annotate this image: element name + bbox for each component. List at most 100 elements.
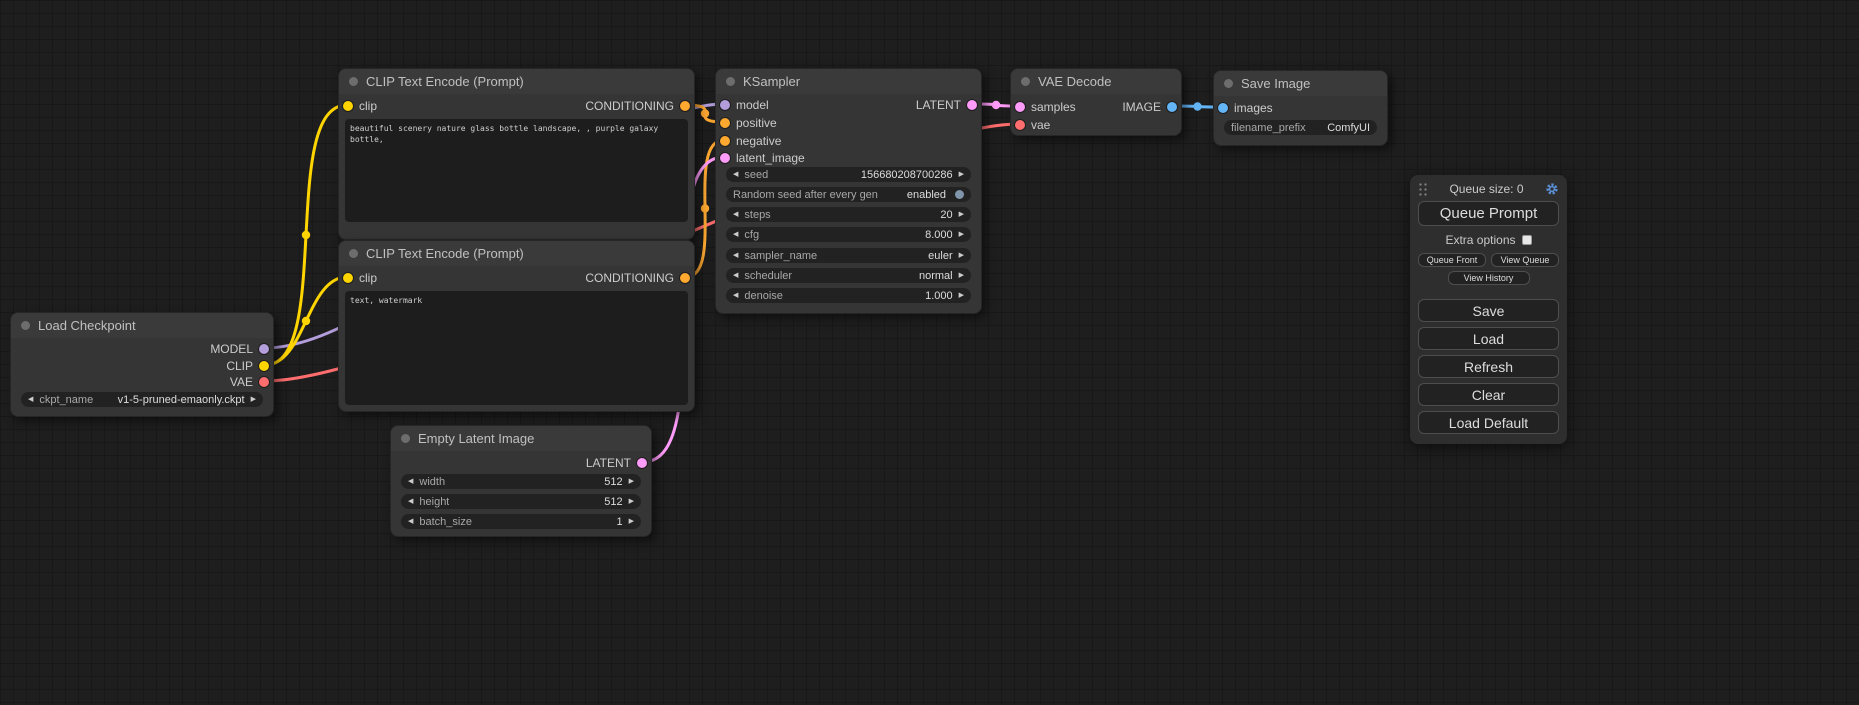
increment-arrow-icon[interactable]: ▶ xyxy=(959,252,964,259)
input-port-latent-image-dot[interactable] xyxy=(720,153,730,163)
toggle-dot-icon[interactable] xyxy=(955,190,964,199)
output-port-latent-dot[interactable] xyxy=(967,100,977,110)
widget-width[interactable]: ◀width512▶ xyxy=(401,474,641,489)
clear-button[interactable]: Clear xyxy=(1418,383,1559,406)
output-port-model-dot[interactable] xyxy=(259,344,269,354)
widget-denoise[interactable]: ◀denoise1.000▶ xyxy=(726,288,971,303)
queue-prompt-button[interactable]: Queue Prompt xyxy=(1418,201,1559,226)
node-clip-text-encode-negative[interactable]: CLIP Text Encode (Prompt)clipCONDITIONIN… xyxy=(338,240,695,412)
increment-arrow-icon[interactable]: ▶ xyxy=(629,518,634,525)
queue-front-button[interactable]: Queue Front xyxy=(1418,253,1486,267)
widget-seed[interactable]: ◀seed156680208700286▶ xyxy=(726,167,971,182)
output-port-image-dot[interactable] xyxy=(1167,102,1177,112)
decrement-arrow-icon[interactable]: ◀ xyxy=(733,171,738,178)
collapse-dot-icon[interactable] xyxy=(349,77,358,86)
node-graph-canvas[interactable]: Load CheckpointMODELCLIPVAE◀ckpt_namev1-… xyxy=(0,0,1859,705)
input-port-clip-dot[interactable] xyxy=(343,273,353,283)
output-slot-conditioning: CONDITIONING xyxy=(585,270,690,286)
input-port-positive-dot[interactable] xyxy=(720,118,730,128)
decrement-arrow-icon[interactable]: ◀ xyxy=(408,498,413,505)
widget-batch-size[interactable]: ◀batch_size1▶ xyxy=(401,514,641,529)
collapse-dot-icon[interactable] xyxy=(1021,77,1030,86)
node-title-bar[interactable]: CLIP Text Encode (Prompt) xyxy=(339,69,694,94)
decrement-arrow-icon[interactable]: ◀ xyxy=(733,252,738,259)
output-port-clip-dot[interactable] xyxy=(259,361,269,371)
increment-arrow-icon[interactable]: ▶ xyxy=(959,231,964,238)
widget-label: scheduler xyxy=(744,270,792,282)
node-title-bar[interactable]: Load Checkpoint xyxy=(11,313,273,338)
node-title-text: Load Checkpoint xyxy=(38,318,136,333)
collapse-dot-icon[interactable] xyxy=(401,434,410,443)
widget-ckpt-name[interactable]: ◀ckpt_namev1-5-pruned-emaonly.ckpt▶ xyxy=(21,392,263,407)
input-port-model-dot[interactable] xyxy=(720,100,730,110)
decrement-arrow-icon[interactable]: ◀ xyxy=(408,518,413,525)
input-slot-latent-image: latent_image xyxy=(720,150,805,166)
widget-filename-prefix[interactable]: filename_prefixComfyUI xyxy=(1224,120,1377,135)
collapse-dot-icon[interactable] xyxy=(21,321,30,330)
collapse-dot-icon[interactable] xyxy=(726,77,735,86)
node-title-bar[interactable]: CLIP Text Encode (Prompt) xyxy=(339,241,694,266)
widget-height[interactable]: ◀height512▶ xyxy=(401,494,641,509)
decrement-arrow-icon[interactable]: ◀ xyxy=(733,292,738,299)
decrement-arrow-icon[interactable]: ◀ xyxy=(733,272,738,279)
node-clip-text-encode-positive[interactable]: CLIP Text Encode (Prompt)clipCONDITIONIN… xyxy=(338,68,695,240)
input-port-images-dot[interactable] xyxy=(1218,103,1228,113)
increment-arrow-icon[interactable]: ▶ xyxy=(959,272,964,279)
input-port-vae-dot[interactable] xyxy=(1015,120,1025,130)
output-port-vae-dot[interactable] xyxy=(259,377,269,387)
input-label: vae xyxy=(1031,118,1050,132)
increment-arrow-icon[interactable]: ▶ xyxy=(959,292,964,299)
save-button[interactable]: Save xyxy=(1418,299,1559,322)
decrement-arrow-icon[interactable]: ◀ xyxy=(733,231,738,238)
view-history-button[interactable]: View History xyxy=(1448,271,1530,285)
input-port-clip-dot[interactable] xyxy=(343,101,353,111)
prompt-textarea[interactable]: text, watermark xyxy=(345,291,688,405)
decrement-arrow-icon[interactable]: ◀ xyxy=(733,211,738,218)
increment-arrow-icon[interactable]: ▶ xyxy=(959,171,964,178)
refresh-button[interactable]: Refresh xyxy=(1418,355,1559,378)
node-title-bar[interactable]: Empty Latent Image xyxy=(391,426,651,451)
collapse-dot-icon[interactable] xyxy=(1224,79,1233,88)
drag-handle-icon[interactable] xyxy=(1418,182,1428,196)
node-title-bar[interactable]: Save Image xyxy=(1214,71,1387,96)
output-port-conditioning-dot[interactable] xyxy=(680,101,690,111)
node-title-bar[interactable]: KSampler xyxy=(716,69,981,94)
node-title-text: Empty Latent Image xyxy=(418,431,534,446)
increment-arrow-icon[interactable]: ▶ xyxy=(251,396,256,403)
collapse-dot-icon[interactable] xyxy=(349,249,358,258)
widget-cfg[interactable]: ◀cfg8.000▶ xyxy=(726,227,971,242)
load-button[interactable]: Load xyxy=(1418,327,1559,350)
widget-scheduler[interactable]: ◀schedulernormal▶ xyxy=(726,268,971,283)
node-load-checkpoint[interactable]: Load CheckpointMODELCLIPVAE◀ckpt_namev1-… xyxy=(10,312,274,417)
output-label: MODEL xyxy=(210,342,253,356)
node-ksampler[interactable]: KSamplermodelpositivenegativelatent_imag… xyxy=(715,68,982,314)
output-port-latent-dot[interactable] xyxy=(637,458,647,468)
load-default-button[interactable]: Load Default xyxy=(1418,411,1559,434)
node-vae-decode[interactable]: VAE DecodesamplesvaeIMAGE xyxy=(1010,68,1182,136)
extra-options-label: Extra options xyxy=(1445,233,1515,247)
output-label: CONDITIONING xyxy=(585,99,674,113)
output-port-conditioning-dot[interactable] xyxy=(680,273,690,283)
prompt-textarea[interactable]: beautiful scenery nature glass bottle la… xyxy=(345,119,688,222)
decrement-arrow-icon[interactable]: ◀ xyxy=(408,478,413,485)
input-port-negative-dot[interactable] xyxy=(720,136,730,146)
decrement-arrow-icon[interactable]: ◀ xyxy=(28,396,33,403)
prompt-text: beautiful scenery nature glass bottle la… xyxy=(350,123,683,145)
widget-sampler-name[interactable]: ◀sampler_nameeuler▶ xyxy=(726,248,971,263)
node-empty-latent-image[interactable]: Empty Latent ImageLATENT◀width512▶◀heigh… xyxy=(390,425,652,537)
widget-label: ckpt_name xyxy=(39,394,93,406)
view-queue-button[interactable]: View Queue xyxy=(1491,253,1559,267)
increment-arrow-icon[interactable]: ▶ xyxy=(629,478,634,485)
input-slot-negative: negative xyxy=(720,133,781,149)
increment-arrow-icon[interactable]: ▶ xyxy=(959,211,964,218)
extra-options-checkbox[interactable] xyxy=(1522,235,1532,245)
queue-panel-header: Queue size: 0 xyxy=(1418,180,1559,198)
settings-gear-icon[interactable] xyxy=(1545,182,1559,196)
input-port-samples-dot[interactable] xyxy=(1015,102,1025,112)
increment-arrow-icon[interactable]: ▶ xyxy=(629,498,634,505)
widget-label: height xyxy=(419,496,449,508)
widget-random-seed-after-every-gen[interactable]: Random seed after every genenabled xyxy=(726,187,971,202)
node-title-bar[interactable]: VAE Decode xyxy=(1011,69,1181,94)
widget-steps[interactable]: ◀steps20▶ xyxy=(726,207,971,222)
node-save-image[interactable]: Save Imageimagesfilename_prefixComfyUI xyxy=(1213,70,1388,146)
